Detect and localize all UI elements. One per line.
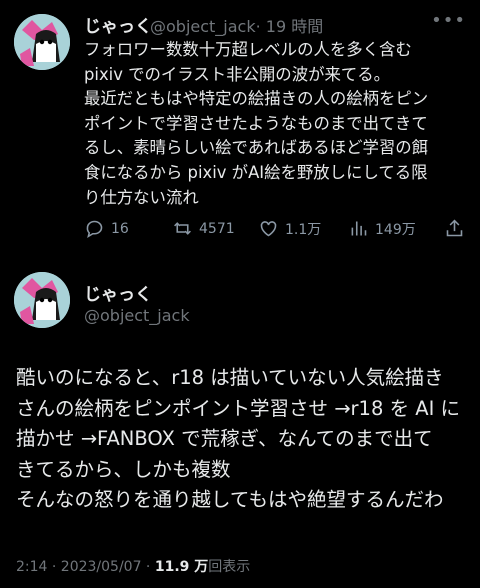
tweet-actions: 16 4571 1.1万 149万	[84, 218, 470, 242]
retweet-count: 4571	[199, 220, 235, 237]
views-button[interactable]: 149万	[348, 218, 416, 239]
author-name[interactable]: じゃっく	[84, 280, 152, 305]
reply-icon	[86, 220, 103, 239]
tweet-time[interactable]: · 19 時間	[256, 17, 324, 36]
like-button[interactable]: 1.1万	[258, 218, 321, 239]
view-label: 回表示	[208, 559, 251, 575]
tweet-text: フォロワー数数十万超レベルの人を多く含む pixiv でのイラスト非公開の波が来…	[84, 40, 429, 207]
like-count: 1.1万	[285, 221, 322, 238]
reply-button[interactable]: 16	[84, 218, 129, 239]
like-icon	[260, 221, 277, 237]
tweet-timestamp[interactable]: 2:14 · 2023/05/07 ·	[16, 559, 155, 575]
author-handle[interactable]: @object_jack	[150, 17, 256, 36]
retweet-icon	[174, 222, 191, 235]
reply-count: 16	[111, 220, 129, 237]
avatar[interactable]	[14, 14, 70, 70]
share-button[interactable]	[444, 218, 465, 239]
tweet-meta: 2:14 · 2023/05/07 · 11.9 万回表示	[16, 556, 250, 576]
author-name[interactable]: じゃっく	[84, 12, 152, 37]
views-count: 149万	[375, 221, 416, 238]
author-handle-time[interactable]: @object_jack· 19 時間	[150, 13, 323, 37]
share-icon	[446, 219, 463, 237]
author-handle[interactable]: @object_jack	[84, 306, 190, 325]
views-icon	[351, 221, 367, 236]
view-count: 11.9 万	[154, 559, 209, 575]
retweet-button[interactable]: 4571	[172, 218, 235, 239]
more-icon[interactable]: •••	[431, 10, 466, 31]
tweet-text: 酷いのになると、r18 は描いていない人気絵描き さんの絵柄をピンポイント学習さ…	[16, 366, 461, 512]
avatar[interactable]	[14, 272, 70, 328]
